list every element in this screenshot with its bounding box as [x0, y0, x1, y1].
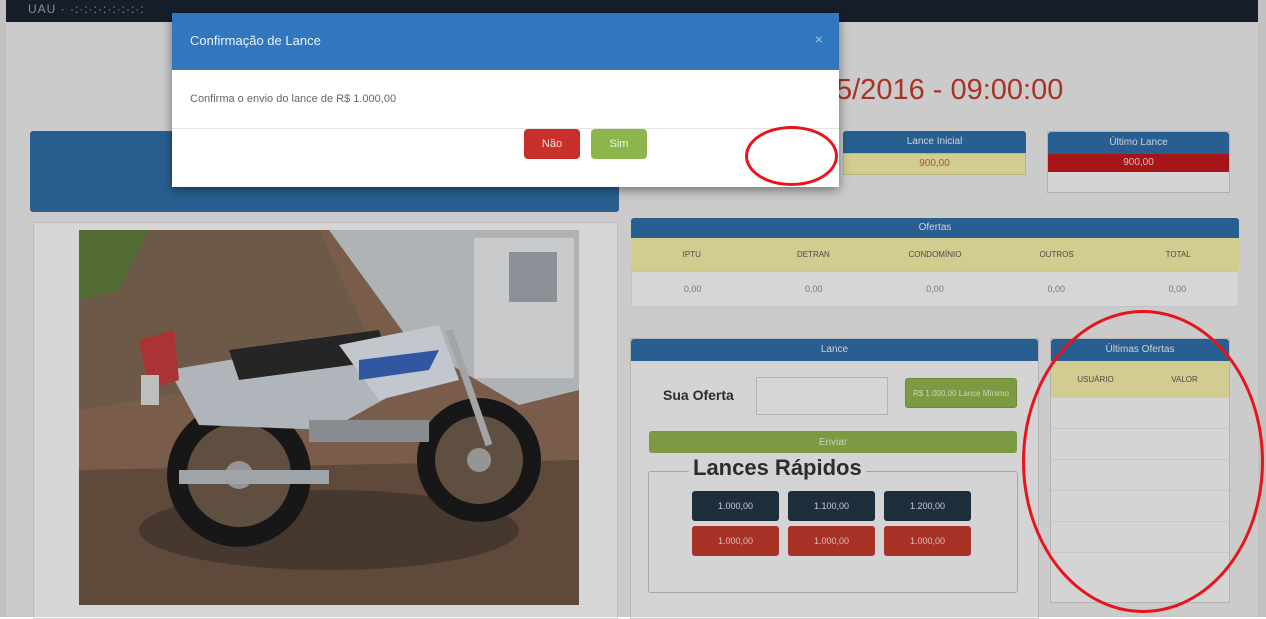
modal-title: Confirmação de Lance	[190, 33, 321, 48]
modal-body: Confirma o envio do lance de R$ 1.000,00	[172, 70, 839, 129]
modal-header: Confirmação de Lance ×	[172, 13, 839, 70]
highlight-circle-sim	[745, 126, 838, 186]
confirm-bid-modal: Confirmação de Lance × Confirma o envio …	[172, 13, 839, 187]
modal-message: Confirma o envio do lance de R$ 1.000,00	[190, 93, 397, 105]
sim-button[interactable]: Sim	[591, 129, 647, 159]
nao-button[interactable]: Não	[524, 129, 580, 159]
close-icon[interactable]: ×	[815, 31, 823, 47]
highlight-circle-ultimas	[1022, 310, 1264, 613]
page: UAU · ·:·:·:·:·:·:·:·: 5/2016 - 09:00:00	[0, 0, 1266, 619]
